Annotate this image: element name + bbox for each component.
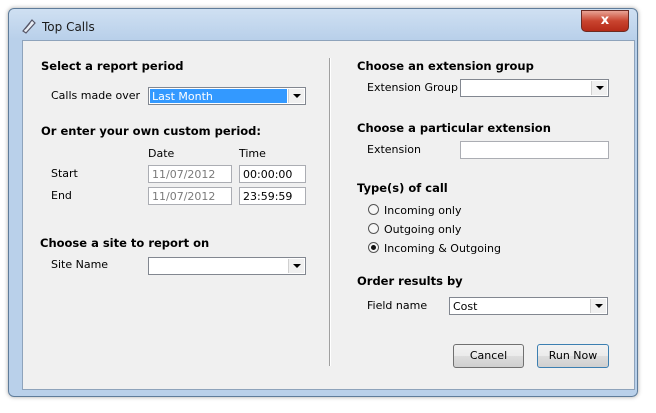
- start-date-value: 11/07/2012: [152, 168, 216, 181]
- outgoing-only-label[interactable]: Outgoing only: [384, 223, 461, 236]
- window-title: Top Calls: [42, 20, 95, 34]
- extension-group-label: Extension Group: [367, 81, 458, 94]
- vertical-divider: [329, 58, 331, 366]
- field-name-label: Field name: [367, 299, 428, 312]
- chevron-down-icon[interactable]: [288, 89, 304, 103]
- calls-made-over-select[interactable]: Last Month: [148, 87, 306, 105]
- extension-group-heading: Choose an extension group: [357, 59, 534, 73]
- incoming-outgoing-label[interactable]: Incoming & Outgoing: [384, 242, 501, 255]
- cancel-button[interactable]: Cancel: [453, 344, 524, 368]
- end-label: End: [51, 189, 72, 202]
- custom-period-heading: Or enter your own custom period:: [41, 124, 261, 138]
- extension-field[interactable]: [460, 141, 609, 159]
- site-name-select[interactable]: [148, 257, 306, 275]
- end-date-value: 11/07/2012: [152, 190, 216, 203]
- chevron-down-icon[interactable]: [590, 299, 606, 313]
- order-heading: Order results by: [357, 274, 463, 288]
- start-time-value: 00:00:00: [243, 168, 293, 181]
- end-time-field[interactable]: 23:59:59: [239, 187, 306, 205]
- outgoing-only-radio[interactable]: [368, 223, 379, 234]
- date-column-header: Date: [148, 147, 175, 160]
- chevron-down-icon[interactable]: [288, 259, 304, 273]
- end-date-field[interactable]: 11/07/2012: [148, 187, 232, 205]
- incoming-outgoing-radio[interactable]: [368, 242, 379, 253]
- start-label: Start: [51, 167, 78, 180]
- run-now-button[interactable]: Run Now: [537, 344, 609, 368]
- phone-icon: [22, 19, 36, 34]
- incoming-only-radio[interactable]: [368, 204, 379, 215]
- end-time-value: 23:59:59: [243, 190, 293, 203]
- report-period-heading: Select a report period: [41, 59, 184, 73]
- extension-heading: Choose a particular extension: [357, 121, 551, 135]
- incoming-only-label[interactable]: Incoming only: [384, 204, 461, 217]
- chevron-down-icon[interactable]: [591, 81, 607, 95]
- extension-label: Extension: [367, 143, 422, 156]
- call-types-heading: Type(s) of call: [357, 181, 448, 195]
- field-name-value: Cost: [453, 300, 478, 313]
- start-date-field[interactable]: 11/07/2012: [148, 165, 232, 183]
- extension-group-select[interactable]: [460, 79, 609, 97]
- calls-made-over-value: Last Month: [152, 90, 213, 103]
- calls-made-over-label: Calls made over: [51, 89, 140, 102]
- start-time-field[interactable]: 00:00:00: [239, 165, 306, 183]
- close-button[interactable]: x: [581, 10, 629, 32]
- field-name-select[interactable]: Cost: [449, 297, 608, 315]
- site-name-label: Site Name: [51, 258, 109, 271]
- time-column-header: Time: [239, 147, 266, 160]
- site-heading: Choose a site to report on: [40, 236, 210, 250]
